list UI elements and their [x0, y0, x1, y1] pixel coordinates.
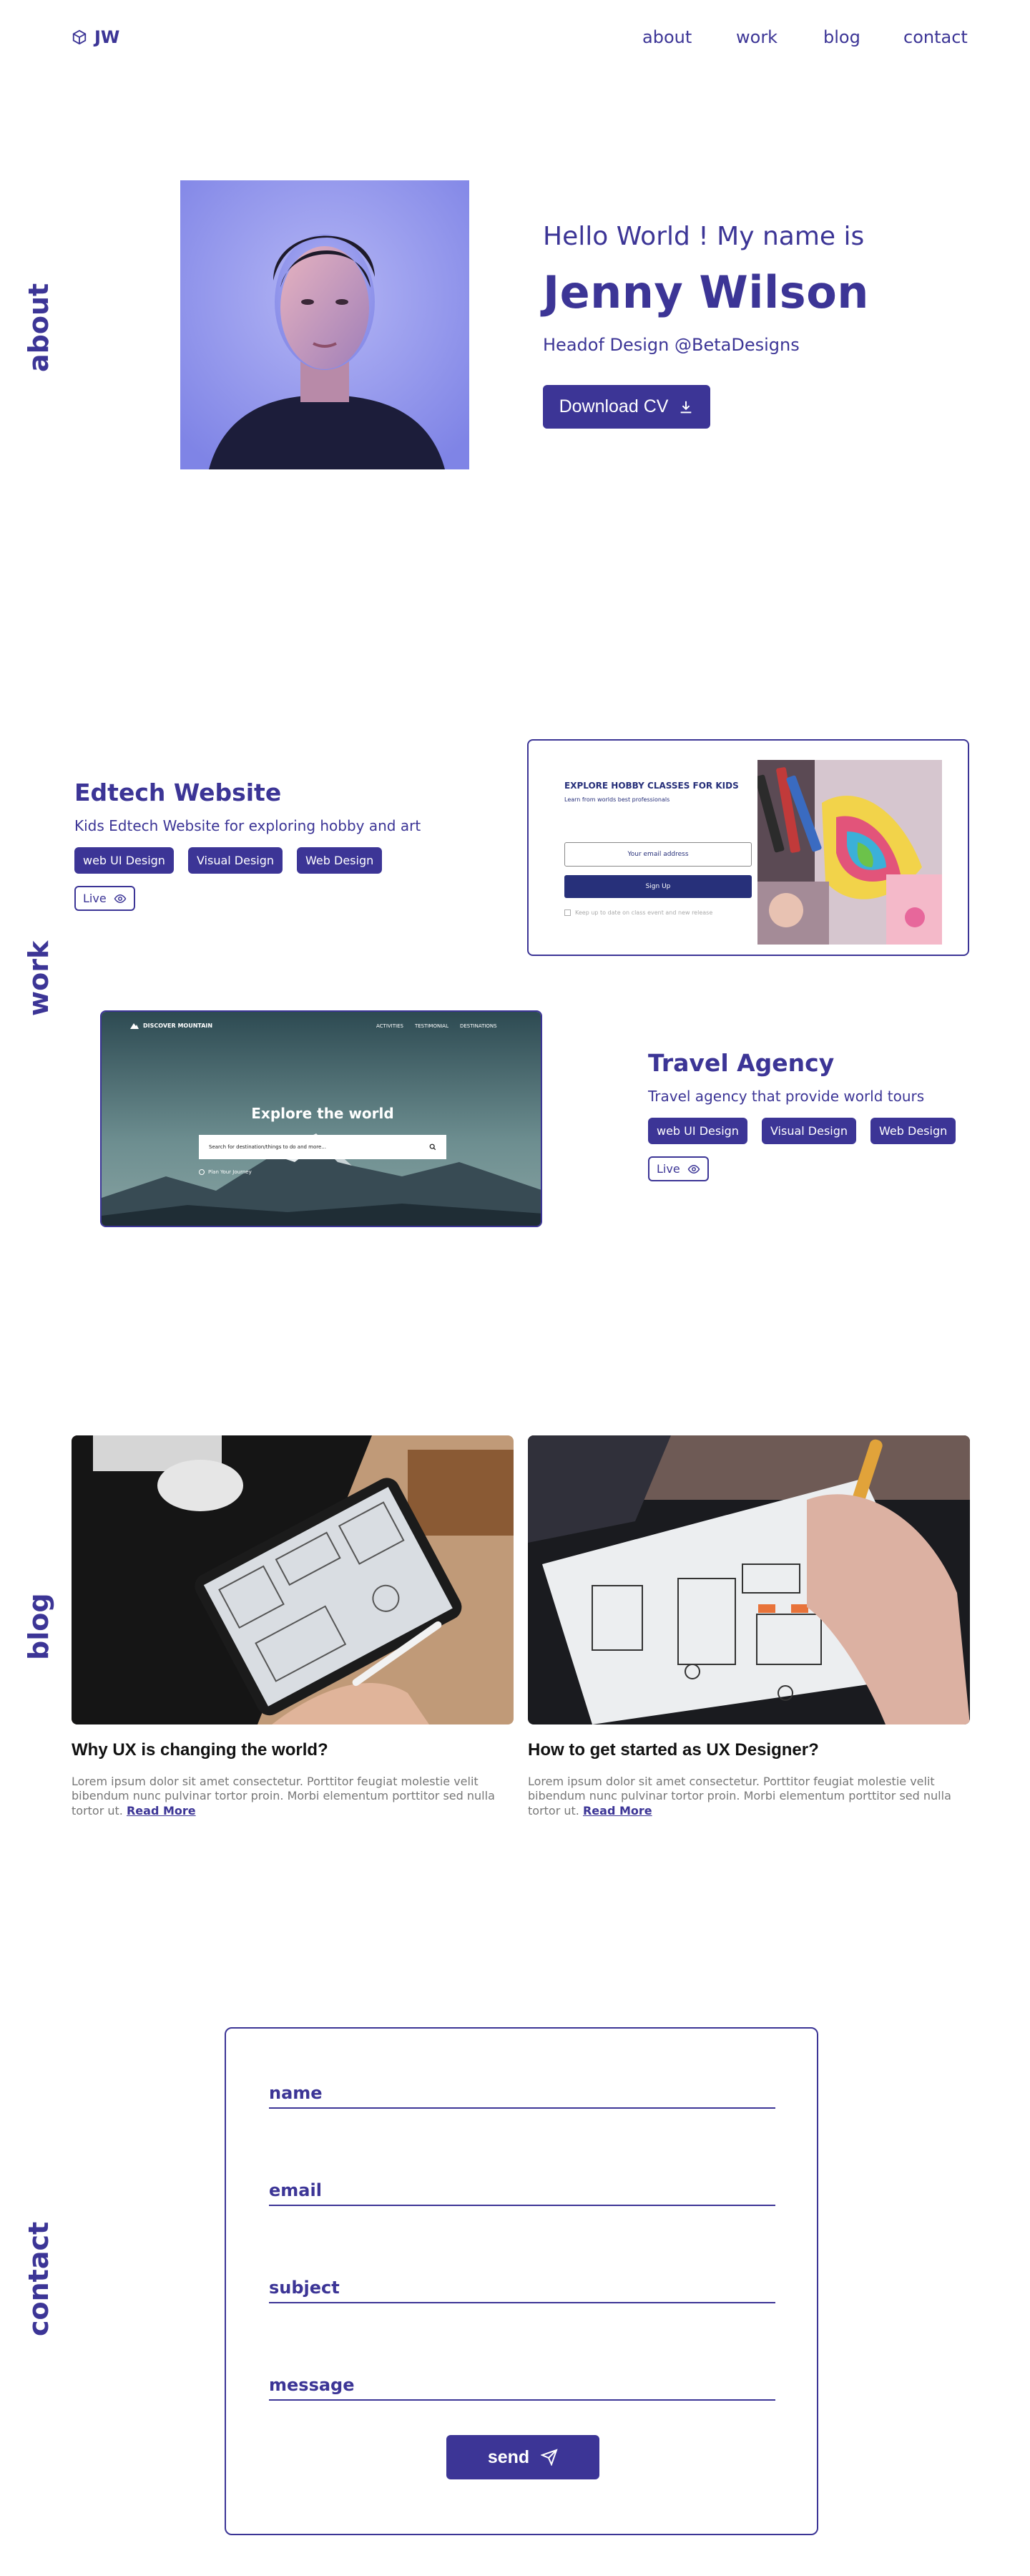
- send-button[interactable]: send: [446, 2435, 599, 2479]
- mountain-icon: [130, 1023, 139, 1029]
- tag: web UI Design: [648, 1118, 747, 1144]
- download-cv-label: Download CV: [559, 396, 669, 416]
- project-description: Travel agency that provide world tours: [648, 1088, 925, 1105]
- logo[interactable]: JW: [72, 27, 119, 47]
- preview-search-placeholder: Search for destination/things to do and …: [209, 1144, 326, 1150]
- live-button[interactable]: Live: [648, 1156, 709, 1181]
- download-icon: [681, 401, 692, 413]
- tag: Web Design: [297, 847, 383, 874]
- search-icon: [429, 1143, 436, 1151]
- person-role: Headof Design @BetaDesigns: [543, 335, 800, 355]
- tag: Visual Design: [761, 1118, 857, 1144]
- greeting-text: Hello World ! My name is: [543, 222, 865, 251]
- project-description: Kids Edtech Website for exploring hobby …: [74, 817, 421, 834]
- project-title: Travel Agency: [648, 1049, 835, 1077]
- live-label: Live: [657, 1162, 680, 1176]
- preview-heading: EXPLORE HOBBY CLASSES FOR KIDS: [564, 781, 739, 791]
- live-label: Live: [83, 892, 107, 905]
- nav-contact[interactable]: contact: [903, 27, 968, 47]
- section-label-about: about: [23, 283, 54, 372]
- nav-about[interactable]: about: [642, 27, 692, 47]
- preview-footer-link: Plan Your Journey: [199, 1169, 252, 1175]
- subject-field[interactable]: subject: [269, 2278, 775, 2303]
- tag: web UI Design: [74, 847, 174, 874]
- preview-email-input: Your email address: [564, 842, 752, 867]
- preview-nav-item: DESTINATIONS: [459, 1023, 497, 1029]
- send-icon: [541, 2449, 558, 2466]
- message-field[interactable]: message: [269, 2375, 775, 2401]
- preview-brand: DISCOVER MOUNTAIN: [130, 1022, 212, 1029]
- eye-icon: [687, 1164, 700, 1174]
- project-tags: web UI Design Visual Design Web Design: [74, 847, 396, 874]
- preview-brand-label: DISCOVER MOUNTAIN: [143, 1022, 213, 1029]
- send-label: send: [487, 2446, 530, 2467]
- portrait-photo: [180, 180, 469, 469]
- preview-signup-button: Sign Up: [564, 875, 752, 898]
- person-name: Jenny Wilson: [543, 266, 869, 318]
- project-title: Edtech Website: [74, 779, 282, 806]
- read-more-link[interactable]: Read More: [583, 1804, 652, 1818]
- preview-heading: Explore the world: [251, 1105, 394, 1122]
- logo-text: JW: [94, 27, 120, 47]
- section-label-work: work: [23, 940, 54, 1016]
- contact-form: name email subject message send: [225, 2027, 818, 2535]
- preview-art-image: [757, 760, 942, 945]
- preview-search-input: Search for destination/things to do and …: [199, 1135, 446, 1159]
- read-more-link[interactable]: Read More: [127, 1804, 196, 1818]
- blog-post-image[interactable]: [528, 1435, 970, 1724]
- preview-footer-link-label: Plan Your Journey: [208, 1169, 252, 1175]
- blog-post-image[interactable]: [72, 1435, 514, 1724]
- blog-post-title[interactable]: Why UX is changing the world?: [72, 1740, 328, 1760]
- cube-icon: [72, 29, 87, 45]
- nav-blog[interactable]: blog: [823, 27, 860, 47]
- preview-nav: ACTIVITIES TESTIMONIAL DESTINATIONS: [376, 1023, 497, 1029]
- preview-subheading: Learn from worlds best professionals: [564, 796, 670, 803]
- blog-post-excerpt: Lorem ipsum dolor sit amet consectetur. …: [72, 1775, 515, 1818]
- section-label-blog: blog: [23, 1593, 54, 1660]
- live-button[interactable]: Live: [74, 886, 135, 911]
- tag: Visual Design: [187, 847, 283, 874]
- preview-checkbox-label: Keep up to date on class event and new r…: [575, 909, 713, 916]
- project-tags: web UI Design Visual Design Web Design: [648, 1118, 970, 1144]
- email-field[interactable]: email: [269, 2180, 775, 2206]
- nav-work[interactable]: work: [736, 27, 778, 47]
- tag: Web Design: [870, 1118, 956, 1144]
- name-field[interactable]: name: [269, 2083, 775, 2109]
- eye-icon: [114, 894, 127, 903]
- download-cv-button[interactable]: Download CV: [543, 385, 710, 429]
- blog-post-excerpt: Lorem ipsum dolor sit amet consectetur. …: [528, 1775, 971, 1818]
- project-preview-travel[interactable]: DISCOVER MOUNTAIN ACTIVITIES TESTIMONIAL…: [100, 1010, 542, 1227]
- project-preview-edtech[interactable]: EXPLORE HOBBY CLASSES FOR KIDS Learn fro…: [527, 739, 969, 956]
- blog-post-title[interactable]: How to get started as UX Designer?: [528, 1740, 819, 1760]
- section-label-contact: contact: [23, 2221, 54, 2336]
- preview-checkbox: Keep up to date on class event and new r…: [564, 909, 712, 916]
- preview-nav-item: ACTIVITIES: [376, 1023, 403, 1029]
- preview-nav-item: TESTIMONIAL: [414, 1023, 448, 1029]
